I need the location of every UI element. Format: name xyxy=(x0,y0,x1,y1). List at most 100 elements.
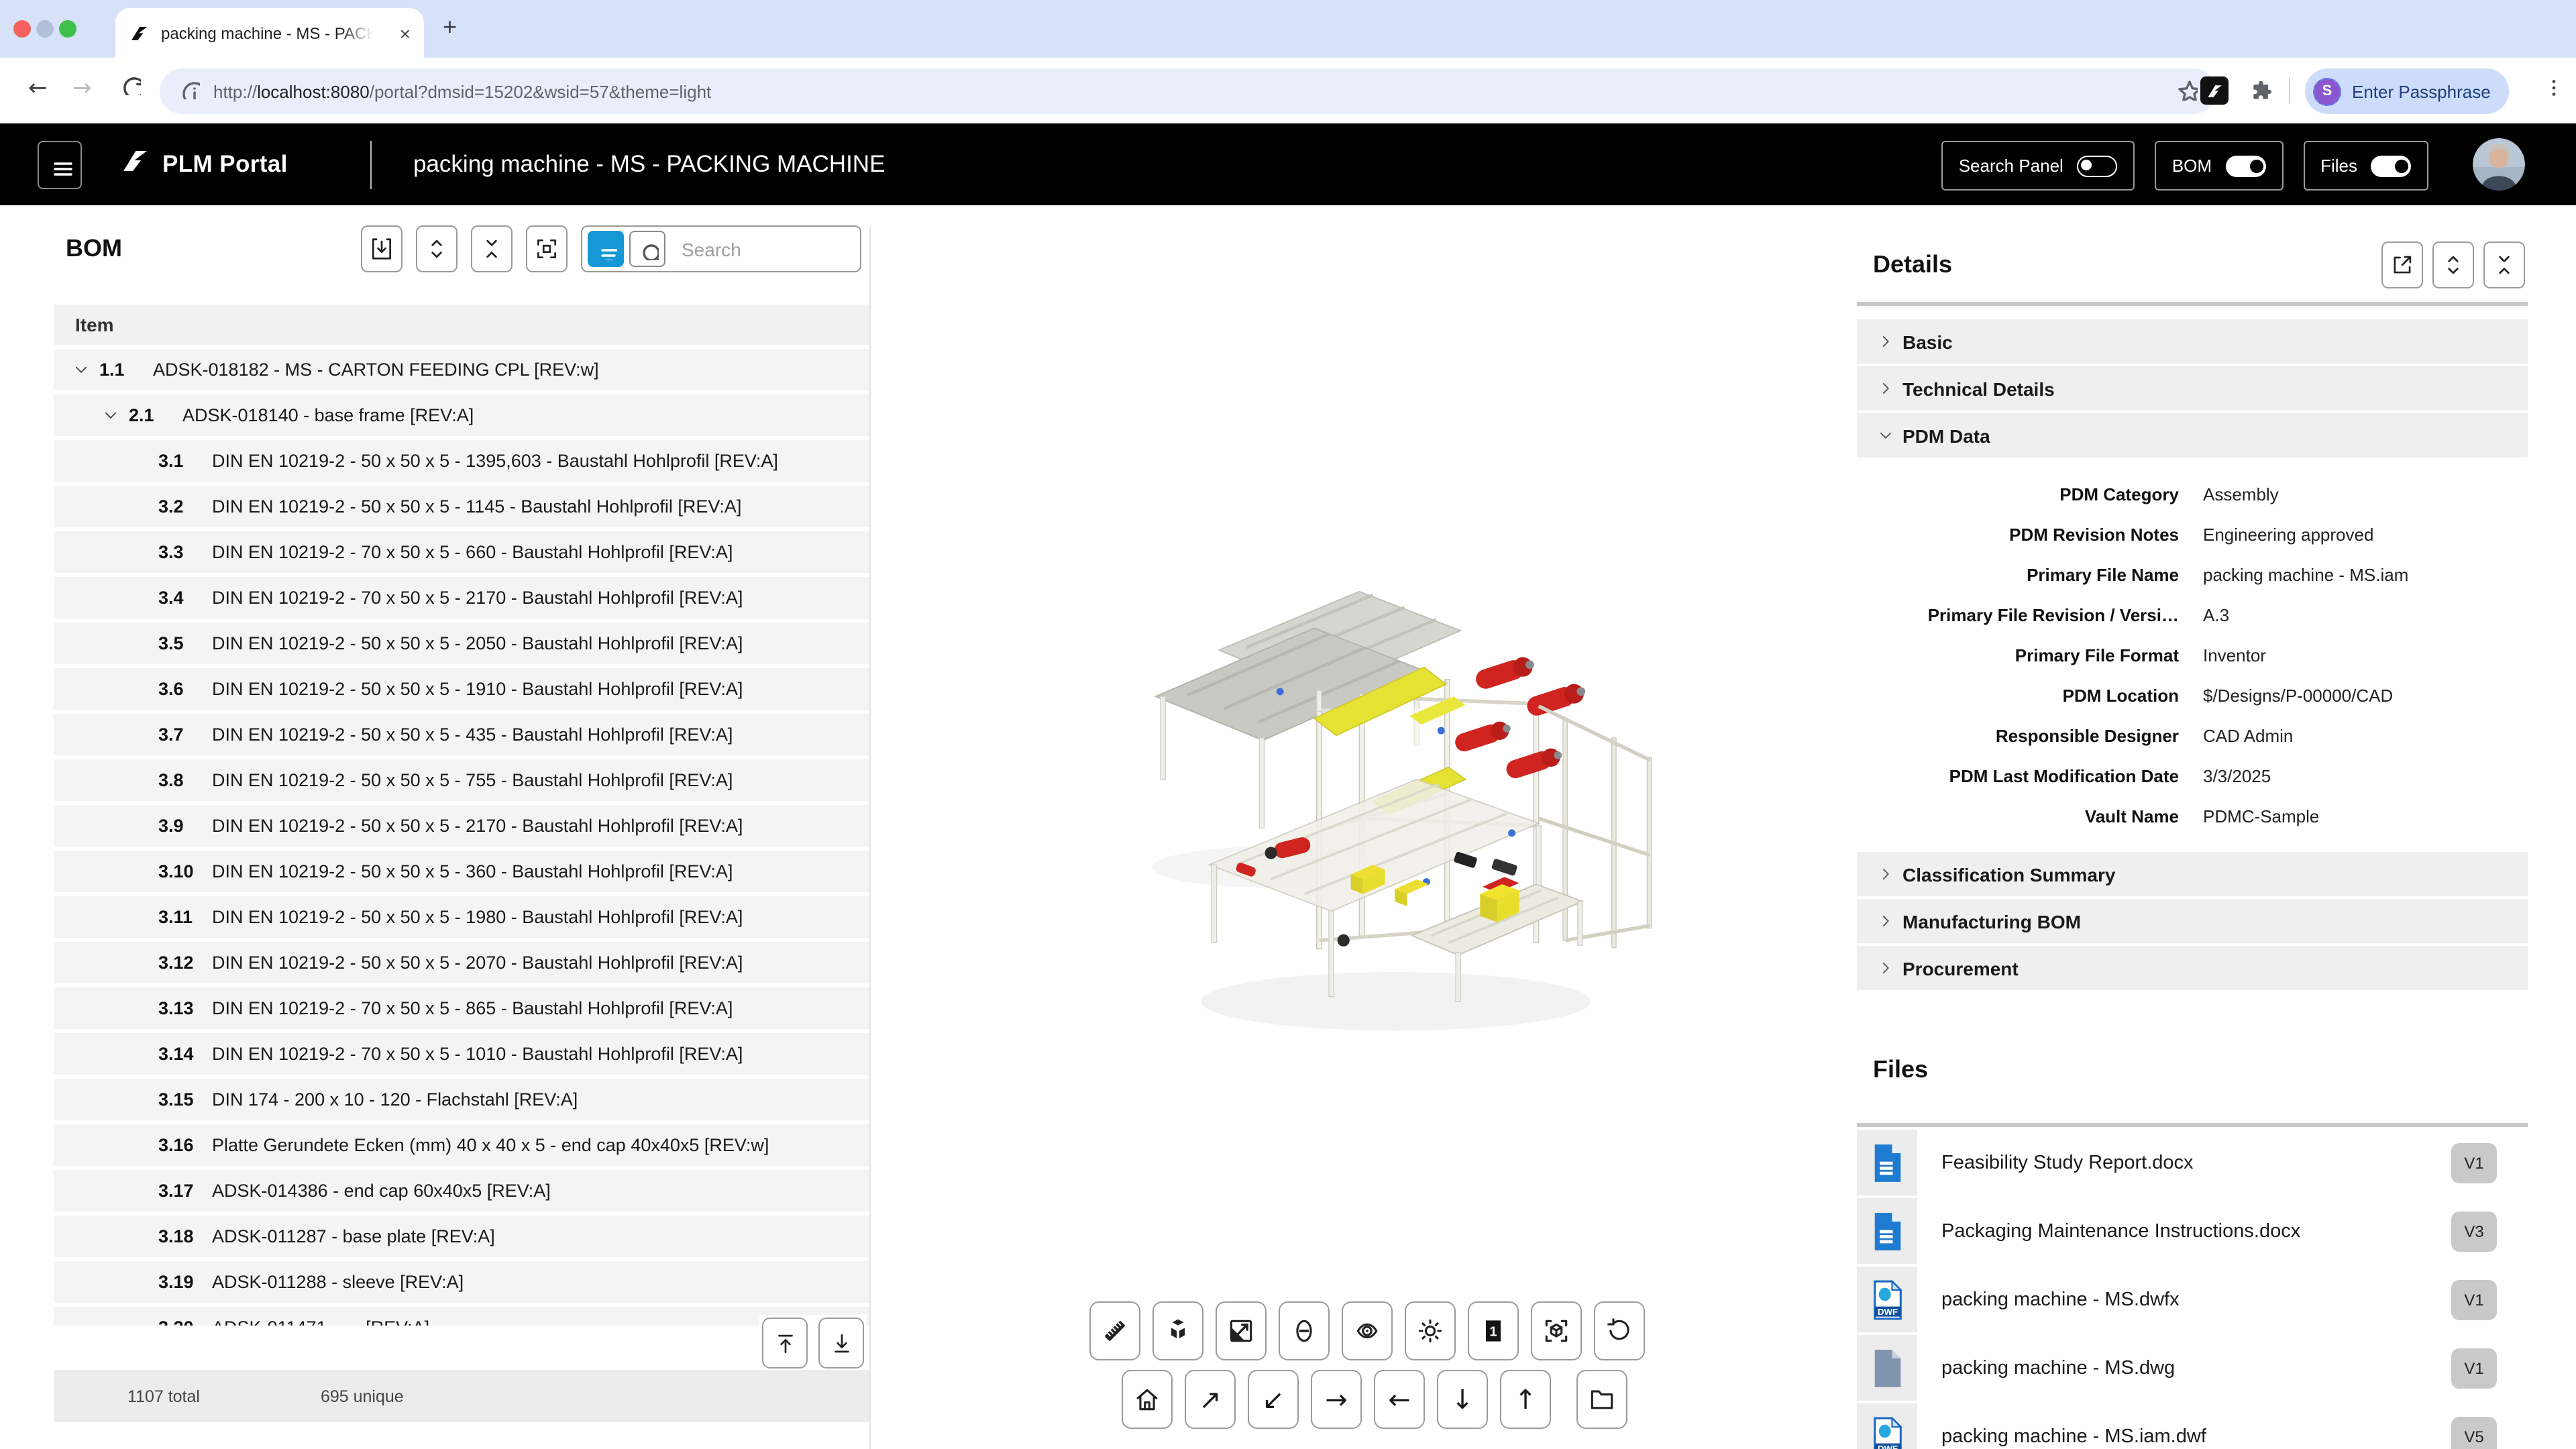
details-open-external-button[interactable] xyxy=(2381,241,2423,288)
viewer-single-view-button[interactable]: 1 xyxy=(1468,1301,1519,1360)
bom-tree-row[interactable]: 3.11DIN EN 10219-2 - 50 x 50 x 5 - 1980 … xyxy=(54,896,869,938)
forward-icon[interactable]: → xyxy=(72,75,92,102)
viewer-arrow-up-button[interactable]: ↑ xyxy=(1500,1370,1551,1429)
bom-row-number: 3.15 xyxy=(158,1089,212,1110)
section-basic[interactable]: Basic xyxy=(1857,319,2528,364)
bom-tree-row[interactable]: 3.12DIN EN 10219-2 - 50 x 50 x 5 - 2070 … xyxy=(54,942,869,983)
viewer-visibility-button[interactable] xyxy=(1342,1301,1393,1360)
viewer-arrow-up-right-button[interactable]: ↗ xyxy=(1185,1370,1236,1429)
window-close-button[interactable] xyxy=(13,19,31,37)
bom-tree-row[interactable]: 1.1ADSK-018182 - MS - CARTON FEEDING CPL… xyxy=(54,349,869,390)
file-name[interactable]: packing machine - MS.dwfx xyxy=(1941,1289,2180,1310)
file-name[interactable]: Packaging Maintenance Instructions.docx xyxy=(1941,1220,2300,1242)
file-row[interactable]: Packaging Maintenance Instructions.docxV… xyxy=(1857,1198,2528,1264)
enter-passphrase-button[interactable]: S Enter Passphrase xyxy=(2305,68,2510,114)
bom-tree-row[interactable]: 3.15DIN 174 - 200 x 10 - 120 - Flachstah… xyxy=(54,1079,869,1120)
browser-menu-dots-icon[interactable] xyxy=(2541,75,2567,107)
hide-icon xyxy=(1289,1316,1319,1346)
bom-search-input[interactable]: Search xyxy=(682,238,741,260)
viewer-measure-button[interactable] xyxy=(1089,1301,1140,1360)
scroll-to-top-button[interactable] xyxy=(762,1318,808,1368)
section-technical-details[interactable]: Technical Details xyxy=(1857,366,2528,411)
hamburger-menu-button[interactable] xyxy=(38,141,82,189)
address-bar[interactable]: http://localhost:8080/portal?dmsid=15202… xyxy=(160,68,2216,114)
screenshot-icon xyxy=(1226,1316,1256,1346)
bom-tree-row[interactable]: 3.7DIN EN 10219-2 - 50 x 50 x 5 - 435 - … xyxy=(54,714,869,755)
viewer-home-button[interactable] xyxy=(1122,1370,1173,1429)
file-type-dwf-icon: DWF xyxy=(1857,1403,1917,1449)
file-row[interactable]: DWFpacking machine - MS.iam.dwfV5 xyxy=(1857,1403,2528,1449)
new-tab-button[interactable]: + xyxy=(443,13,457,42)
toggle-switch-icon[interactable] xyxy=(2371,155,2411,176)
file-row[interactable]: packing machine - MS.dwgV1 xyxy=(1857,1335,2528,1401)
bom-export-button[interactable] xyxy=(361,225,402,272)
file-name[interactable]: packing machine - MS.iam.dwf xyxy=(1941,1426,2206,1447)
section-pdm-data[interactable]: PDM Data xyxy=(1857,413,2528,458)
tab-close-icon[interactable]: × xyxy=(400,23,411,42)
bom-tree-row[interactable]: 3.9DIN EN 10219-2 - 50 x 50 x 5 - 2170 -… xyxy=(54,805,869,847)
site-info-icon[interactable] xyxy=(178,77,200,105)
section-manufacturing-bom[interactable]: Manufacturing BOM xyxy=(1857,899,2528,943)
bom-tree-row[interactable]: 3.20ADSK-011471 - … [REV:A] xyxy=(54,1307,869,1326)
file-name[interactable]: Feasibility Study Report.docx xyxy=(1941,1152,2194,1173)
3d-model-viewport[interactable] xyxy=(1134,564,1670,1073)
file-name[interactable]: packing machine - MS.dwg xyxy=(1941,1357,2175,1379)
bom-row-text: DIN EN 10219-2 - 50 x 50 x 5 - 1910 - Ba… xyxy=(212,679,743,699)
file-row[interactable]: Feasibility Study Report.docxV1 xyxy=(1857,1130,2528,1195)
window-zoom-button[interactable] xyxy=(59,19,76,37)
bom-tree-row[interactable]: 2.1ADSK-018140 - base frame [REV:A] xyxy=(54,394,869,436)
reload-icon[interactable] xyxy=(118,72,141,102)
user-avatar[interactable] xyxy=(2473,138,2525,191)
viewer-views-folder-button[interactable] xyxy=(1576,1370,1627,1429)
bom-filter-button[interactable] xyxy=(588,231,624,267)
bom-tree-row[interactable]: 3.4DIN EN 10219-2 - 70 x 50 x 5 - 2170 -… xyxy=(54,577,869,619)
viewer-hide-button[interactable] xyxy=(1279,1301,1330,1360)
bom-fit-view-button[interactable] xyxy=(526,225,568,272)
viewer-brightness-button[interactable] xyxy=(1405,1301,1456,1360)
bom-tree-row[interactable]: 3.16Platte Gerundete Ecken (mm) 40 x 40 … xyxy=(54,1124,869,1166)
bom-tree-row[interactable]: 3.6DIN EN 10219-2 - 50 x 50 x 5 - 1910 -… xyxy=(54,668,869,710)
details-expand-all-button[interactable] xyxy=(2432,241,2474,288)
viewer-explode-button[interactable] xyxy=(1152,1301,1203,1360)
bom-collapse-all-button[interactable] xyxy=(471,225,513,272)
extensions-puzzle-icon[interactable] xyxy=(2249,78,2274,110)
window-minimize-button[interactable] xyxy=(36,19,54,37)
back-icon[interactable]: ← xyxy=(28,75,48,102)
viewer-reset-orbit-button[interactable] xyxy=(1594,1301,1645,1360)
bom-search-button[interactable] xyxy=(629,231,665,267)
bom-tree-row[interactable]: 3.18ADSK-011287 - base plate [REV:A] xyxy=(54,1216,869,1257)
file-row[interactable]: DWFpacking machine - MS.dwfxV1 xyxy=(1857,1267,2528,1332)
row-expander-chevron-icon[interactable] xyxy=(72,361,99,378)
details-collapse-all-button[interactable] xyxy=(2483,241,2525,288)
autodesk-extension-icon[interactable] xyxy=(2200,76,2229,105)
bom-tree-row[interactable]: 3.13DIN EN 10219-2 - 70 x 50 x 5 - 865 -… xyxy=(54,987,869,1029)
bom-tree-row[interactable]: 3.1DIN EN 10219-2 - 50 x 50 x 5 - 1395,6… xyxy=(54,440,869,482)
toggle-bom[interactable]: BOM xyxy=(2155,141,2283,191)
bookmark-star-icon[interactable] xyxy=(2174,76,2198,107)
bom-tree-row[interactable]: 3.19ADSK-011288 - sleeve [REV:A] xyxy=(54,1261,869,1303)
viewer-screenshot-button[interactable] xyxy=(1216,1301,1267,1360)
bom-tree-row[interactable]: 3.2DIN EN 10219-2 - 50 x 50 x 5 - 1145 -… xyxy=(54,486,869,527)
bom-tree-row[interactable]: 3.8DIN EN 10219-2 - 50 x 50 x 5 - 755 - … xyxy=(54,759,869,801)
toggle-search-panel[interactable]: Search Panel xyxy=(1941,141,2135,191)
bom-search-box[interactable]: Search xyxy=(581,225,861,272)
row-expander-chevron-icon[interactable] xyxy=(102,407,129,424)
toggle-files[interactable]: Files xyxy=(2303,141,2428,191)
section-procurement[interactable]: Procurement xyxy=(1857,946,2528,990)
toggle-switch-icon[interactable] xyxy=(2225,155,2265,176)
bom-tree-row[interactable]: 3.10DIN EN 10219-2 - 50 x 50 x 5 - 360 -… xyxy=(54,851,869,892)
scroll-to-bottom-button[interactable] xyxy=(818,1318,864,1368)
bom-tree-row[interactable]: 3.14DIN EN 10219-2 - 70 x 50 x 5 - 1010 … xyxy=(54,1033,869,1075)
browser-tab[interactable]: packing machine - MS - PACK × xyxy=(115,8,424,58)
bom-expand-all-button[interactable] xyxy=(416,225,458,272)
bom-tree-row[interactable]: 3.17ADSK-014386 - end cap 60x40x5 [REV:A… xyxy=(54,1170,869,1212)
viewer-arrow-down-button[interactable]: ↓ xyxy=(1437,1370,1488,1429)
viewer-arrow-right-button[interactable]: → xyxy=(1311,1370,1362,1429)
viewer-fit-selection-button[interactable] xyxy=(1531,1301,1582,1360)
toggle-switch-icon[interactable] xyxy=(2077,155,2117,176)
bom-tree-row[interactable]: 3.5DIN EN 10219-2 - 50 x 50 x 5 - 2050 -… xyxy=(54,623,869,664)
viewer-arrow-left-button[interactable]: ← xyxy=(1374,1370,1425,1429)
section-classification-summary[interactable]: Classification Summary xyxy=(1857,852,2528,896)
bom-tree-row[interactable]: 3.3DIN EN 10219-2 - 70 x 50 x 5 - 660 - … xyxy=(54,531,869,573)
viewer-arrow-down-left-button[interactable]: ↙ xyxy=(1248,1370,1299,1429)
